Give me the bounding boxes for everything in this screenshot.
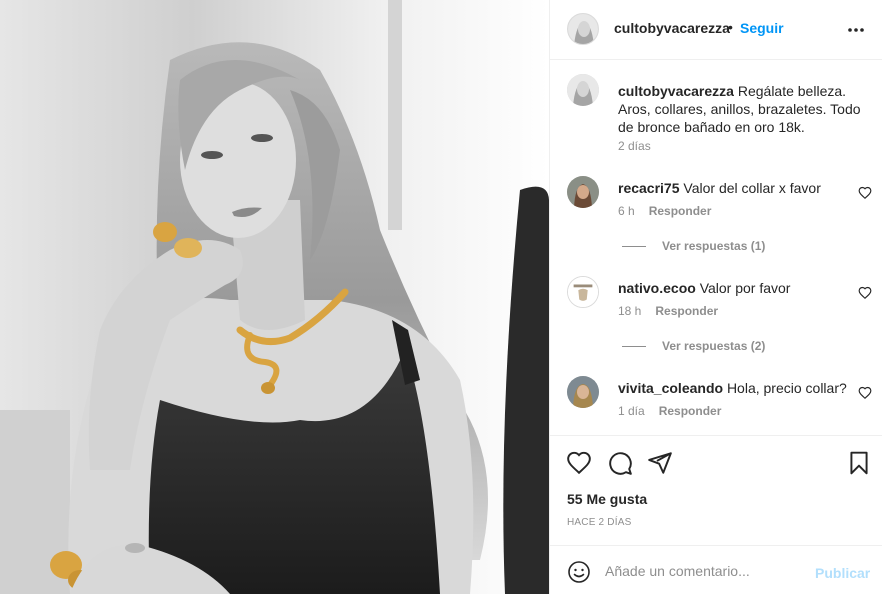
bookmark-icon[interactable]: [846, 450, 872, 476]
reply-button[interactable]: Responder: [659, 404, 722, 418]
comments-list: cultobyvacarezza Regálate belleza. Aros,…: [550, 61, 882, 435]
more-horizontal-icon[interactable]: [846, 20, 866, 40]
header-separator: •: [728, 19, 733, 35]
commenter-avatar-image: [567, 376, 599, 408]
reply-button[interactable]: Responder: [649, 204, 712, 218]
author-avatar[interactable]: [567, 13, 599, 45]
reply-button[interactable]: Responder: [655, 304, 718, 318]
comment-meta: 1 día Responder: [618, 404, 721, 418]
heart-icon[interactable]: [566, 450, 592, 476]
commenter-username[interactable]: recacri75: [618, 180, 680, 196]
commenter-avatar[interactable]: [567, 176, 599, 208]
comment-text: Valor del collar x favor: [683, 180, 821, 196]
caption-meta: 2 días: [618, 139, 651, 153]
heart-icon[interactable]: [858, 286, 872, 300]
comment-text-block: recacri75 Valor del collar x favor: [618, 179, 863, 197]
post-timestamp[interactable]: HACE 2 DÍAS: [567, 517, 631, 528]
replies-line: [622, 246, 646, 248]
comment-time[interactable]: 18 h: [618, 304, 641, 318]
heart-icon[interactable]: [858, 386, 872, 400]
comment-icon[interactable]: [607, 450, 633, 476]
comment-meta: 18 h Responder: [618, 304, 718, 318]
comment-text-block: vivita_coleando Hola, precio collar?: [618, 379, 863, 397]
paper-plane-icon[interactable]: [647, 450, 673, 476]
post-photo[interactable]: [0, 0, 549, 594]
comment-time[interactable]: 1 día: [618, 404, 645, 418]
post-header: cultobyvacarezza • Seguir: [550, 0, 882, 60]
commenter-avatar[interactable]: [567, 376, 599, 408]
likes-count[interactable]: 55 Me gusta: [567, 491, 647, 507]
comment-meta: 6 h Responder: [618, 204, 711, 218]
caption-text-block: cultobyvacarezza Regálate belleza. Aros,…: [618, 82, 863, 136]
smiley-icon[interactable]: [567, 560, 591, 584]
follow-button[interactable]: Seguir: [740, 20, 784, 36]
post-side-panel: cultobyvacarezza • Seguir cultobyvacarez…: [549, 0, 882, 594]
caption-time[interactable]: 2 días: [618, 139, 651, 153]
commenter-username[interactable]: vivita_coleando: [618, 380, 723, 396]
comment-text: Valor por favor: [699, 280, 791, 296]
comment-text-block: nativo.ecoo Valor por favor: [618, 279, 863, 297]
view-replies-button[interactable]: Ver respuestas (2): [622, 339, 765, 353]
view-replies-label: Ver respuestas (1): [662, 239, 766, 253]
author-username[interactable]: cultobyvacarezza: [614, 20, 730, 36]
comment-text: Hola, precio collar?: [726, 380, 847, 396]
post-photo-art: [0, 0, 549, 594]
author-avatar-image: [568, 14, 598, 44]
replies-line: [622, 346, 646, 348]
post-actions: 55 Me gusta HACE 2 DÍAS: [550, 435, 882, 545]
view-replies-label: Ver respuestas (2): [662, 339, 766, 353]
comment-input[interactable]: [605, 559, 810, 583]
caption-avatar-image: [567, 74, 599, 106]
view-replies-button[interactable]: Ver respuestas (1): [622, 239, 765, 253]
commenter-avatar-image: [568, 277, 598, 307]
commenter-avatar[interactable]: [567, 276, 599, 308]
commenter-username[interactable]: nativo.ecoo: [618, 280, 696, 296]
publish-button[interactable]: Publicar: [815, 565, 870, 581]
caption-username[interactable]: cultobyvacarezza: [618, 83, 734, 99]
comment-time[interactable]: 6 h: [618, 204, 635, 218]
add-comment-bar: Publicar: [550, 545, 882, 594]
caption-avatar[interactable]: [567, 74, 599, 106]
heart-icon[interactable]: [858, 186, 872, 200]
commenter-avatar-image: [567, 176, 599, 208]
